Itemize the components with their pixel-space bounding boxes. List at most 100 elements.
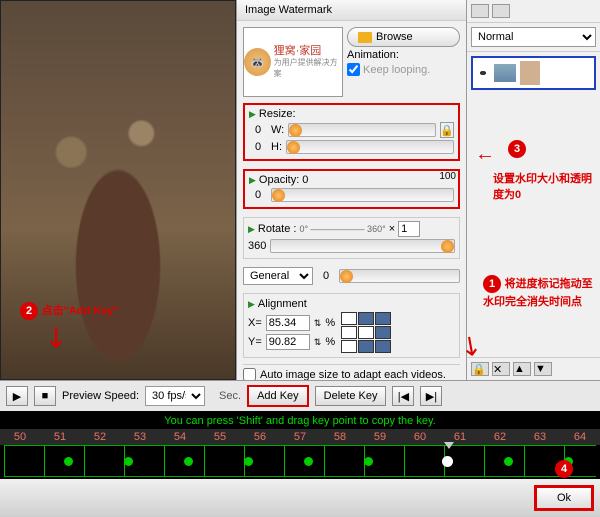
align-bl[interactable] (341, 340, 357, 353)
keyframe[interactable] (244, 457, 253, 466)
align-mc[interactable] (358, 326, 374, 339)
layer-down-icon[interactable]: ▼ (534, 362, 552, 376)
tick: 54 (174, 431, 186, 443)
general-select[interactable]: General (243, 267, 313, 285)
keyframe-active[interactable] (440, 454, 456, 470)
keyframe[interactable] (504, 457, 513, 466)
resize-w-slider[interactable] (288, 123, 436, 137)
align-y-input[interactable] (266, 334, 310, 350)
playhead[interactable] (444, 442, 454, 449)
fps-select[interactable]: 30 fps/s (145, 386, 205, 406)
rotate-slider[interactable] (270, 239, 455, 253)
general-value: 0 (317, 270, 335, 282)
rotate-label: Rotate : (258, 223, 297, 235)
timeline-track[interactable] (4, 445, 596, 477)
slider-thumb[interactable] (272, 189, 285, 202)
tick: 61 (454, 431, 466, 443)
tick: 56 (254, 431, 266, 443)
footer: Ok (0, 479, 600, 517)
next-key-button[interactable]: ▶| (420, 386, 442, 406)
auto-size-label: Auto image size to adapt each videos. (260, 369, 446, 381)
layer-tool-2[interactable] (492, 4, 510, 18)
alignment-section: ▶Alignment X=⇅% Y=⇅% (243, 293, 460, 358)
align-mr[interactable] (375, 326, 391, 339)
tick: 60 (414, 431, 426, 443)
layer-item[interactable] (471, 56, 596, 90)
timeline-ticks: 505152535455565758596061626364 (0, 429, 600, 445)
keep-looping-label: Keep looping. (363, 64, 430, 76)
align-x-input[interactable] (266, 315, 310, 331)
align-bc[interactable] (358, 340, 374, 353)
align-tl[interactable] (341, 312, 357, 325)
rotate-value: 360 (248, 240, 266, 252)
raccoon-icon: 🦝 (244, 48, 271, 76)
resize-section: ▶Resize: 0 W: 🔒 0 H: (243, 103, 460, 161)
resize-h-value: 0 (249, 141, 267, 153)
opacity-value: 0 (249, 189, 267, 201)
eye-icon[interactable] (476, 68, 490, 78)
tick: 63 (534, 431, 546, 443)
tick: 62 (494, 431, 506, 443)
slider-thumb[interactable] (287, 141, 300, 154)
tick: 52 (94, 431, 106, 443)
opacity-end: 100 (439, 171, 456, 182)
rotate-mult-input[interactable] (398, 221, 420, 237)
add-key-button[interactable]: Add Key (247, 385, 309, 407)
watermark-preview: 🦝 狸窝·家园 为用户提供解决方案 (243, 27, 343, 97)
pct: % (325, 336, 335, 348)
layer-thumb-2 (520, 61, 540, 85)
timeline-hint: You can press 'Shift' and drag key point… (0, 413, 600, 429)
align-br[interactable] (375, 340, 391, 353)
delete-key-button[interactable]: Delete Key (315, 386, 387, 406)
ok-button[interactable]: Ok (534, 485, 594, 511)
resize-label: Resize: (259, 108, 296, 120)
resize-w-value: 0 (249, 124, 267, 136)
keyframe[interactable] (304, 457, 313, 466)
layer-lock-icon[interactable]: 🔒 (471, 362, 489, 376)
preview-speed-label: Preview Speed: (62, 390, 139, 402)
align-ml[interactable] (341, 326, 357, 339)
controls-bar: ▶ ■ Preview Speed: 30 fps/s Sec. Add Key… (0, 380, 600, 411)
align-tc[interactable] (358, 312, 374, 325)
keyframe[interactable] (64, 457, 73, 466)
video-preview (0, 0, 236, 380)
sec-label: Sec. (219, 390, 241, 402)
keep-looping-checkbox[interactable]: Keep looping. (347, 63, 460, 76)
slider-thumb[interactable] (289, 124, 302, 137)
tick: 51 (54, 431, 66, 443)
prev-key-button[interactable]: |◀ (392, 386, 414, 406)
slider-thumb[interactable] (340, 270, 353, 283)
watermark-panel: Image Watermark 🦝 狸窝·家园 为用户提供解决方案 (236, 0, 466, 380)
align-x-label: X= (248, 317, 262, 329)
opacity-slider[interactable] (271, 188, 454, 202)
tick: 55 (214, 431, 226, 443)
layer-delete-icon[interactable]: ✕ (492, 362, 510, 376)
stop-button[interactable]: ■ (34, 386, 56, 406)
watermark-brand: 狸窝·家园 (274, 45, 342, 57)
keyframe[interactable] (124, 457, 133, 466)
rotate-mult: × (389, 223, 395, 235)
arrow-icon: ← (475, 143, 495, 166)
pct: % (325, 317, 335, 329)
keep-looping-input[interactable] (347, 63, 360, 76)
general-slider[interactable] (339, 269, 460, 283)
keyframe[interactable] (364, 457, 373, 466)
blend-mode-select[interactable]: Normal (471, 27, 596, 47)
tick: 64 (574, 431, 586, 443)
layer-tool-1[interactable] (471, 4, 489, 18)
slider-thumb[interactable] (441, 240, 454, 253)
align-y-label: Y= (248, 336, 262, 348)
layer-up-icon[interactable]: ▲ (513, 362, 531, 376)
lock-aspect-button[interactable]: 🔒 (440, 122, 454, 138)
align-tr[interactable] (375, 312, 391, 325)
preview-frame (1, 1, 235, 379)
panel-title: Image Watermark (237, 0, 466, 21)
resize-h-slider[interactable] (286, 140, 454, 154)
browse-button[interactable]: Browse (347, 27, 460, 47)
layer-thumb (494, 64, 516, 82)
keyframe[interactable] (564, 457, 573, 466)
opacity-section: ▶Opacity:0100 0 (243, 169, 460, 209)
play-button[interactable]: ▶ (6, 386, 28, 406)
rotate-range: 0° —————— 360° (299, 224, 385, 234)
keyframe[interactable] (184, 457, 193, 466)
